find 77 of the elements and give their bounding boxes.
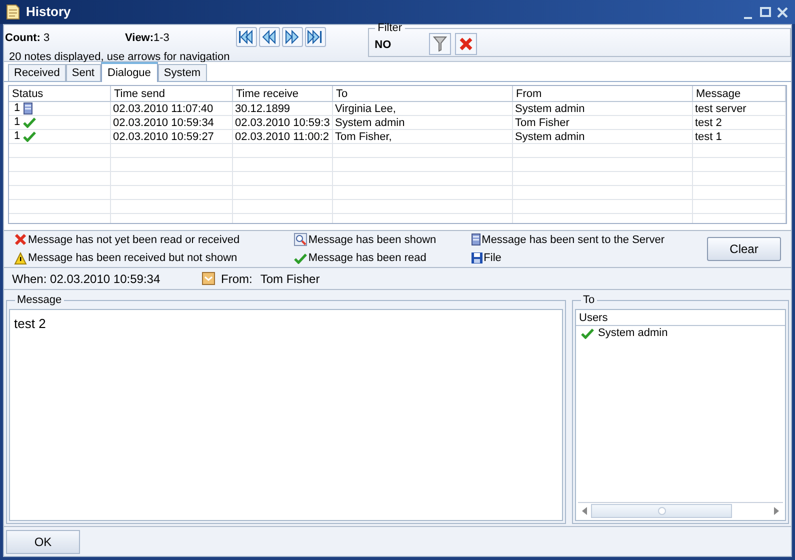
- horizontal-scrollbar[interactable]: [578, 502, 783, 518]
- funnel-icon: [432, 36, 447, 52]
- filter-title: Filter: [376, 21, 404, 36]
- table-cell: Tom Fisher,: [333, 130, 513, 143]
- from-label: From:: [221, 270, 252, 288]
- table-cell: System admin: [513, 130, 693, 143]
- double-arrow-left-icon: [260, 28, 278, 46]
- tab[interactable]: Dialogue: [100, 62, 158, 82]
- message-title: Message: [16, 293, 63, 308]
- check-icon: [294, 252, 308, 264]
- table-cell: Virginia Lee,: [333, 102, 513, 115]
- navigation-hint: 20 notes displayed, use arrows for navigation: [8, 50, 231, 64]
- last-page-button[interactable]: [304, 27, 326, 47]
- table-cell: System admin: [333, 116, 513, 129]
- status-count: 1: [14, 115, 20, 130]
- maximize-button[interactable]: [757, 5, 773, 19]
- table-cell: 30.12.1899: [233, 102, 333, 115]
- scroll-grip-icon: [658, 506, 666, 514]
- count-label: Count: 3: [5, 31, 51, 46]
- prev-page-button[interactable]: [258, 27, 280, 47]
- legend-label: Message has been sent to the Server: [482, 232, 664, 248]
- table-cell: test 1: [693, 130, 786, 143]
- check-icon: [23, 117, 36, 128]
- check-icon: [23, 131, 36, 142]
- double-arrow-right-icon: [283, 28, 302, 46]
- envelope-icon: [202, 272, 215, 285]
- legend-label: Message has been read: [308, 251, 426, 266]
- filter-value: NO: [374, 38, 392, 52]
- filter-button[interactable]: [428, 32, 451, 54]
- window-title: History: [26, 3, 71, 22]
- legend-label: File: [484, 251, 502, 266]
- table-cell: 02.03.2010 10:59:27: [111, 130, 233, 143]
- check-icon: [581, 328, 594, 338]
- column-header[interactable]: Time send: [111, 86, 233, 101]
- server-icon: [470, 233, 481, 246]
- cross-icon: [458, 36, 473, 50]
- table-cell: 02.03.2010 11:07:40: [111, 102, 233, 115]
- table-cell: 02.03.2010 11:00:2: [233, 130, 333, 143]
- status-count: 1: [14, 101, 20, 116]
- column-header[interactable]: Users: [576, 310, 785, 326]
- warning-icon: [14, 252, 27, 265]
- recipients-title: To: [582, 293, 596, 308]
- view-label: View:1-3: [125, 31, 170, 46]
- from-value: Tom Fisher: [260, 270, 320, 288]
- message-text: test 2: [14, 316, 46, 330]
- scroll-right-icon[interactable]: [774, 506, 779, 514]
- column-header[interactable]: To: [333, 86, 513, 101]
- clear-filter-button[interactable]: [454, 32, 477, 54]
- when-label: When: 02.03.2010 10:59:34: [12, 270, 162, 288]
- close-button[interactable]: [775, 5, 789, 19]
- table-cell: test 2: [693, 116, 786, 129]
- table-cell: System admin: [513, 102, 693, 115]
- tab[interactable]: Sent: [66, 64, 100, 81]
- scroll-left-icon[interactable]: [582, 506, 587, 514]
- tab[interactable]: System: [158, 64, 207, 81]
- skip-left-icon: [237, 28, 256, 46]
- server-icon: [23, 102, 34, 115]
- legend-label: Message has not yet been read or received: [28, 232, 240, 248]
- column-header[interactable]: Time receive: [233, 86, 333, 101]
- user-name: System admin: [598, 326, 668, 341]
- first-page-button[interactable]: [236, 27, 257, 47]
- legend-label: Message has been received but not shown: [28, 251, 238, 266]
- table-cell: 02.03.2010 10:59:34: [111, 116, 233, 129]
- document-icon: [6, 4, 20, 20]
- legend-label: Message has been shown: [308, 232, 436, 248]
- skip-right-icon: [306, 28, 324, 46]
- clear-button[interactable]: Clear: [707, 237, 781, 261]
- table-cell: test server: [693, 102, 786, 115]
- next-page-button[interactable]: [282, 27, 303, 47]
- ok-button[interactable]: OK: [6, 530, 80, 554]
- table-cell: 02.03.2010 10:59:3: [233, 116, 333, 129]
- cross-icon: [14, 233, 27, 246]
- tab[interactable]: Received: [8, 64, 66, 81]
- table-cell: Tom Fisher: [513, 116, 693, 129]
- close-icon: [776, 6, 788, 18]
- status-count: 1: [14, 129, 20, 144]
- magnifier-icon: [294, 233, 308, 246]
